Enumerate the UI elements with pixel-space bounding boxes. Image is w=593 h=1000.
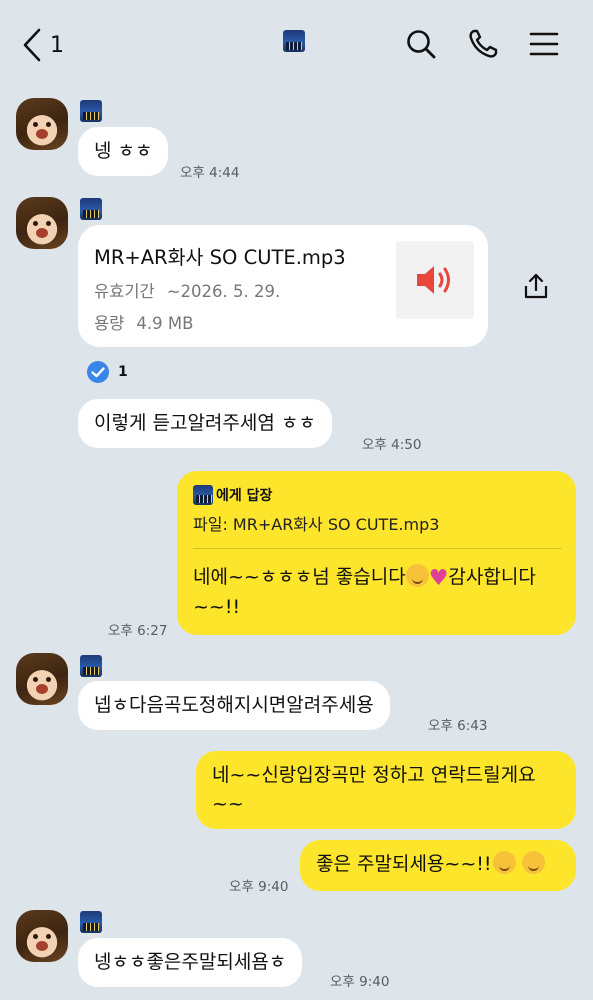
speaker-icon [417, 266, 450, 294]
file-size: 용량 4.9 MB [94, 310, 193, 334]
message-time: 오후 4:50 [362, 437, 422, 453]
reply-header-text: 에게 답장 [216, 488, 273, 504]
smiling-face-emoji-icon [522, 851, 546, 874]
message-bubble[interactable]: 넵ㅎ다음곡도정해지시면알려주세용 [78, 681, 390, 730]
sender-name-image [80, 911, 102, 933]
heart-emoji-icon: ♥ [428, 566, 449, 591]
unread-count: 1 [50, 32, 64, 58]
reply-text: 네에~~ㅎㅎㅎ넘 좋습니다 ♥감사합니다~~!! [193, 563, 563, 622]
sender-avatar[interactable] [16, 98, 68, 150]
message-bubble[interactable]: 넹ㅎㅎ좋은주말되세욤ㅎ [78, 938, 303, 987]
sender-avatar[interactable] [16, 653, 68, 705]
reply-text-part1: 네에~~ㅎㅎㅎ넘 좋습니다 [193, 566, 406, 588]
message-bubble[interactable]: 네~~신랑입장곡만 정하고 연락드릴게요~~ [196, 751, 576, 829]
read-count: 1 [118, 364, 128, 380]
message-time: 오후 9:40 [229, 879, 289, 895]
reply-header: 에게 답장 [193, 485, 272, 505]
expiry-label: 유효기간 [94, 282, 155, 301]
message-text: 좋은 주말되세용~~!! [316, 853, 492, 875]
sender-name-image [80, 198, 102, 220]
expiry-value: ~2026. 5. 29. [166, 282, 281, 301]
smiling-face-emoji-icon [493, 851, 517, 874]
sender-avatar[interactable] [16, 910, 68, 962]
message-time: 오후 6:27 [108, 623, 168, 639]
sender-name-image [80, 100, 102, 122]
message-bubble[interactable]: 좋은 주말되세용~~!! [300, 840, 576, 891]
replied-user-image [193, 485, 213, 505]
chat-header: 1 [0, 0, 593, 90]
message-bubble[interactable]: 이렇게 듣고알려주세염 ㅎㅎ [78, 399, 332, 448]
file-expiry: 유효기간 ~2026. 5. 29. [94, 278, 280, 302]
file-attachment-card[interactable]: MR+AR화사 SO CUTE.mp3 유효기간 ~2026. 5. 29. 용량… [78, 225, 488, 347]
share-icon[interactable] [522, 272, 550, 300]
menu-icon[interactable] [528, 28, 560, 60]
read-receipt: 1 [86, 360, 128, 384]
sender-name-image [80, 655, 102, 677]
chevron-left-icon [23, 28, 41, 62]
message-time: 오후 4:44 [180, 165, 240, 181]
size-label: 용량 [94, 314, 125, 333]
size-value: 4.9 MB [136, 314, 194, 333]
message-time: 오후 6:43 [428, 718, 488, 734]
phone-icon[interactable] [467, 28, 499, 60]
message-time: 오후 9:40 [330, 974, 390, 990]
file-name: MR+AR화사 SO CUTE.mp3 [94, 246, 346, 269]
chat-room-thumbnail[interactable] [283, 30, 305, 52]
smiling-face-emoji-icon [405, 564, 429, 587]
message-bubble[interactable]: 넹 ㅎㅎ [78, 127, 169, 176]
search-icon[interactable] [405, 28, 437, 60]
reply-quote[interactable]: 파일: MR+AR화사 SO CUTE.mp3 [193, 511, 439, 535]
sender-avatar[interactable] [16, 197, 68, 249]
reply-divider [193, 548, 562, 549]
check-circle-icon [87, 361, 109, 383]
audio-file-thumbnail [396, 241, 474, 319]
back-button[interactable]: 1 [22, 28, 64, 62]
reply-message-bubble[interactable]: 에게 답장 파일: MR+AR화사 SO CUTE.mp3 네에~~ㅎㅎㅎ넘 좋… [177, 471, 576, 635]
